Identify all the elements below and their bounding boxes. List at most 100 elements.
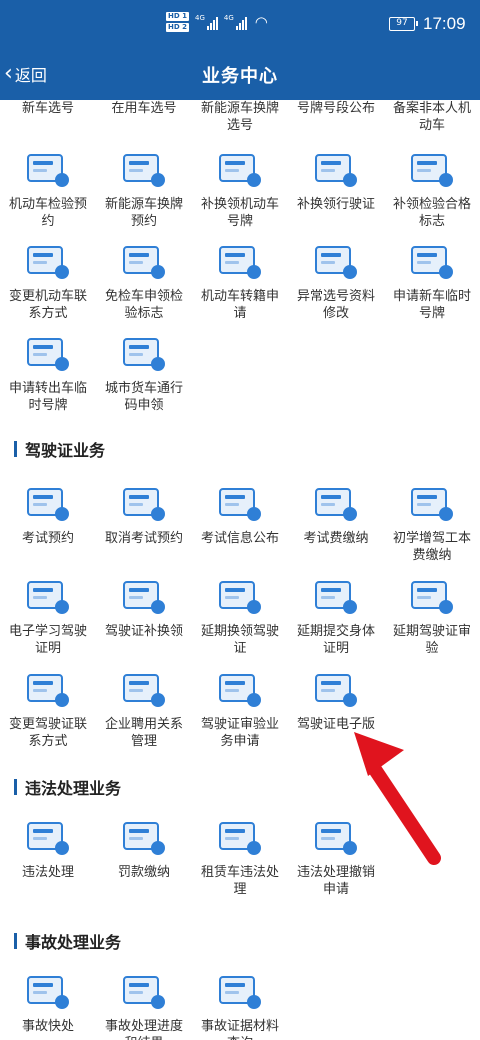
service-icon <box>0 972 96 1012</box>
service-icon <box>96 818 192 858</box>
service-item-label: 考试费缴纳 <box>303 531 369 546</box>
service-item[interactable]: 申请转出车临时号牌 <box>0 334 96 414</box>
service-icon <box>96 972 192 1012</box>
service-item[interactable]: 补换领机动车号牌 <box>192 150 288 230</box>
service-icon <box>96 577 192 617</box>
service-item-label: 考试信息公布 <box>200 531 279 546</box>
service-item[interactable]: 事故证据材料查询 <box>192 972 288 1040</box>
net1-label: 4G <box>194 14 205 22</box>
service-item[interactable]: 初学增驾工本费缴纳 <box>384 484 480 564</box>
hd2-label: HD 2 <box>166 23 189 32</box>
service-item[interactable]: 补领检验合格标志 <box>384 150 480 230</box>
service-icon <box>96 484 192 524</box>
section-title-license: 驾驶证业务 <box>14 437 105 461</box>
service-item[interactable]: 驾驶证电子版 <box>288 670 384 733</box>
service-item-label: 延期驾驶证审验 <box>392 624 471 656</box>
service-item-label: 在用车选号 <box>111 101 177 116</box>
service-list: 新车选号 在用车选号 新能源车换牌选号 号牌号段公布 备案非本人机动车 机动车检… <box>0 100 480 1040</box>
service-item-label: 新能源车换牌选号 <box>200 101 279 133</box>
service-item[interactable]: 驾驶证补换领 <box>96 577 192 640</box>
service-icon <box>192 242 288 282</box>
service-item[interactable]: 驾驶证审验业务申请 <box>192 670 288 750</box>
service-item-label: 补领检验合格标志 <box>392 197 471 229</box>
service-item-label: 租赁车违法处理 <box>200 865 279 897</box>
service-item[interactable]: 延期驾驶证审验 <box>384 577 480 657</box>
red-arrow-annotation <box>354 732 441 865</box>
service-icon <box>288 577 384 617</box>
signal-icon: 4G <box>224 14 247 30</box>
service-icon <box>0 484 96 524</box>
service-item[interactable]: 异常选号资料修改 <box>288 242 384 322</box>
service-item-label: 考试预约 <box>21 531 74 546</box>
service-icon <box>0 818 96 858</box>
service-item[interactable]: 企业聘用关系管理 <box>96 670 192 750</box>
service-item-label: 延期提交身体证明 <box>296 624 375 656</box>
net2-label: 4G <box>223 14 234 22</box>
service-item[interactable]: 延期提交身体证明 <box>288 577 384 657</box>
service-item[interactable]: 考试信息公布 <box>192 484 288 547</box>
service-item-label: 取消考试预约 <box>104 531 183 546</box>
section-label: 违法处理业务 <box>25 779 122 798</box>
service-icon <box>288 150 384 190</box>
service-icon <box>192 150 288 190</box>
service-item-label: 免检车申领检验标志 <box>104 289 183 321</box>
battery-icon: 97 <box>389 17 418 31</box>
service-icon <box>0 150 96 190</box>
service-item-label: 新能源车换牌预约 <box>104 197 183 229</box>
service-item[interactable]: 机动车检验预约 <box>0 150 96 230</box>
service-item[interactable]: 号牌号段公布 <box>288 100 384 117</box>
service-icon <box>0 242 96 282</box>
service-item[interactable]: 考试费缴纳 <box>288 484 384 547</box>
service-item-label: 城市货车通行码申领 <box>104 381 183 413</box>
service-item[interactable]: 申请新车临时号牌 <box>384 242 480 322</box>
service-item[interactable]: 电子学习驾驶证明 <box>0 577 96 657</box>
service-item[interactable]: 考试预约 <box>0 484 96 547</box>
service-item[interactable]: 租赁车违法处理 <box>192 818 288 898</box>
service-item[interactable]: 事故快处 <box>0 972 96 1035</box>
service-icon <box>96 242 192 282</box>
service-item[interactable]: 新能源车换牌预约 <box>96 150 192 230</box>
wifi-icon: ◠ <box>254 13 268 31</box>
service-item-label: 机动车检验预约 <box>8 197 87 229</box>
service-item[interactable]: 变更机动车联系方式 <box>0 242 96 322</box>
service-icon <box>288 670 384 710</box>
service-item-label: 事故处理进度和结果 <box>104 1019 183 1040</box>
service-item[interactable]: 新能源车换牌选号 <box>192 100 288 134</box>
service-item[interactable]: 免检车申领检验标志 <box>96 242 192 322</box>
hd-indicator: HD 1 HD 2 <box>166 12 189 32</box>
service-item-label: 新车选号 <box>21 101 74 116</box>
service-item-label: 驾驶证补换领 <box>104 624 183 639</box>
section-title-accident: 事故处理业务 <box>14 929 121 953</box>
section-bar <box>14 779 17 795</box>
service-icon <box>0 577 96 617</box>
nav-bar: ‹ 返回 业务中心 <box>0 50 480 100</box>
service-icon <box>384 242 480 282</box>
service-item[interactable]: 新车选号 <box>0 100 96 117</box>
service-icon <box>0 670 96 710</box>
service-icon <box>384 150 480 190</box>
service-item-label: 初学增驾工本费缴纳 <box>392 531 471 563</box>
service-item[interactable]: 在用车选号 <box>96 100 192 117</box>
service-item-label: 异常选号资料修改 <box>296 289 375 321</box>
battery-level: 97 <box>396 18 408 28</box>
section-label: 事故处理业务 <box>25 933 122 952</box>
service-item[interactable]: 变更驾驶证联系方式 <box>0 670 96 750</box>
service-item[interactable]: 取消考试预约 <box>96 484 192 547</box>
section-title-violation: 违法处理业务 <box>14 775 121 799</box>
service-item-label: 申请转出车临时号牌 <box>8 381 87 413</box>
service-item[interactable]: 罚款缴纳 <box>96 818 192 881</box>
service-item[interactable]: 机动车转籍申请 <box>192 242 288 322</box>
service-item[interactable]: 违法处理 <box>0 818 96 881</box>
service-item-label: 变更机动车联系方式 <box>8 289 87 321</box>
service-item[interactable]: 备案非本人机动车 <box>384 100 480 134</box>
service-icon <box>192 577 288 617</box>
service-icon <box>96 334 192 374</box>
service-icon <box>192 972 288 1012</box>
service-item[interactable]: 事故处理进度和结果 <box>96 972 192 1040</box>
service-item-label: 驾驶证审验业务申请 <box>200 717 279 749</box>
service-icon <box>384 577 480 617</box>
service-item[interactable]: 城市货车通行码申领 <box>96 334 192 414</box>
service-item-label: 违法处理 <box>21 865 74 880</box>
service-item[interactable]: 延期换领驾驶证 <box>192 577 288 657</box>
service-item[interactable]: 补换领行驶证 <box>288 150 384 213</box>
